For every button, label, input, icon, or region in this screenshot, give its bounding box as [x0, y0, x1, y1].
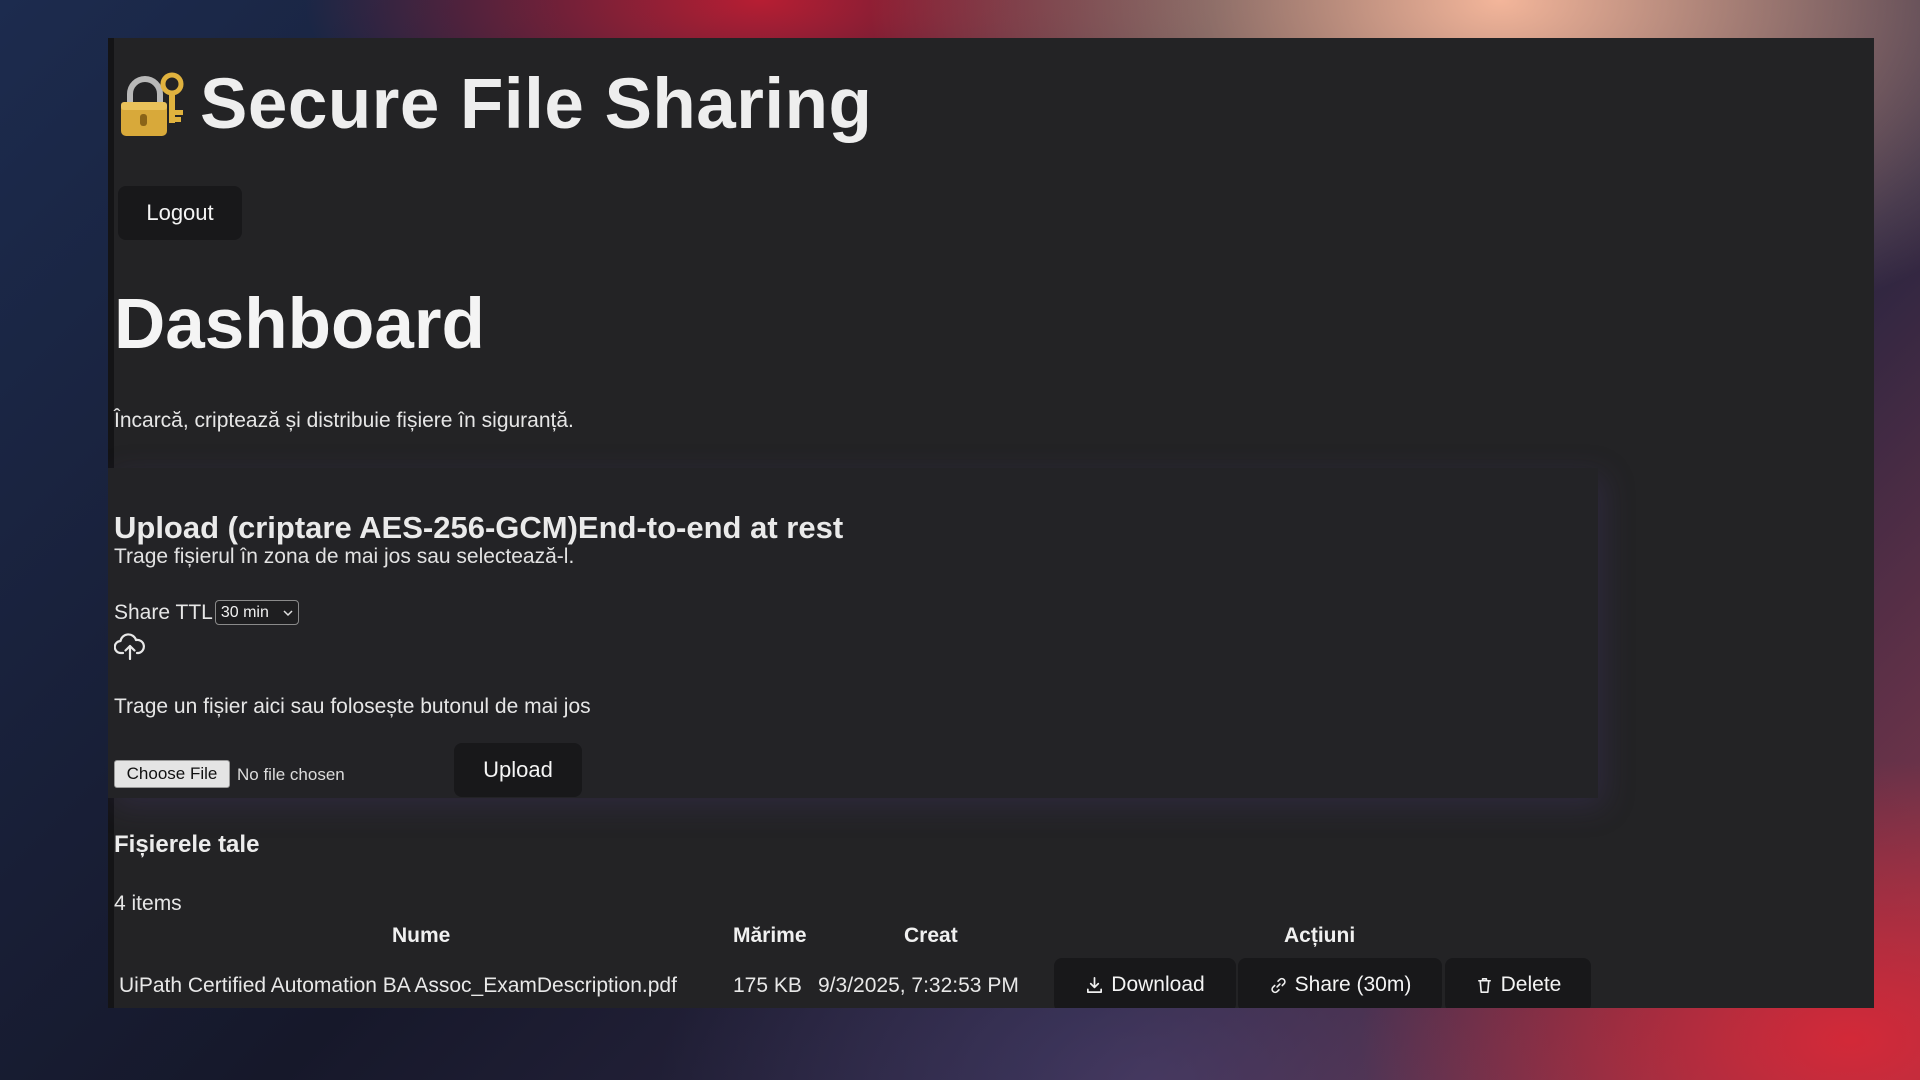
lock-with-key-icon [116, 70, 186, 140]
download-button[interactable]: Download [1054, 958, 1236, 1008]
chevron-down-icon [283, 609, 293, 616]
drop-zone-text[interactable]: Trage un fișier aici sau folosește buton… [114, 695, 591, 719]
share-ttl-value: 30 min [220, 603, 269, 621]
delete-label: Delete [1500, 973, 1562, 996]
cloud-upload-icon [113, 632, 146, 661]
share-ttl-row: Share TTL 30 min [114, 600, 299, 625]
files-heading: Fișierele tale [114, 831, 260, 858]
file-status-text: No file chosen [237, 765, 345, 784]
file-size-cell: 175 KB [733, 974, 802, 997]
app-window: Secure File Sharing Logout Dashboard Înc… [108, 38, 1874, 1008]
app-title: Secure File Sharing [200, 65, 873, 144]
share-label: Share (30m) [1294, 973, 1412, 996]
column-header-actions: Acțiuni [1284, 924, 1356, 947]
upload-heading: Upload (criptare AES-256-GCM)End-to-end … [114, 510, 844, 545]
column-header-created[interactable]: Creat [904, 924, 958, 948]
share-ttl-label: Share TTL [114, 600, 213, 624]
app-header: Secure File Sharing [116, 64, 872, 145]
trash-icon [1477, 977, 1491, 993]
upload-hint: Trage fișierul în zona de mai jos sau se… [114, 545, 575, 568]
download-icon [1087, 976, 1103, 993]
items-count: 4 items [114, 892, 182, 915]
share-button[interactable]: Share (30m) [1238, 958, 1442, 1008]
share-ttl-select[interactable]: 30 min [214, 600, 299, 625]
logout-button[interactable]: Logout [118, 186, 242, 240]
column-header-size[interactable]: Mărime [733, 924, 807, 948]
page-subtitle: Încarcă, criptează și distribuie fișiere… [114, 409, 574, 432]
link-icon [1270, 977, 1286, 993]
choose-file-button[interactable]: Choose File [114, 760, 230, 788]
column-header-name[interactable]: Nume [392, 924, 450, 948]
file-name-cell: UiPath Certified Automation BA Assoc_Exa… [119, 974, 677, 997]
table-row: UiPath Certified Automation BA Assoc_Exa… [108, 958, 1874, 1008]
page-title: Dashboard [114, 285, 485, 364]
file-created-cell: 9/3/2025, 7:32:53 PM [818, 974, 1019, 997]
upload-button[interactable]: Upload [454, 743, 582, 797]
delete-button[interactable]: Delete [1445, 958, 1591, 1008]
download-label: Download [1111, 973, 1205, 996]
